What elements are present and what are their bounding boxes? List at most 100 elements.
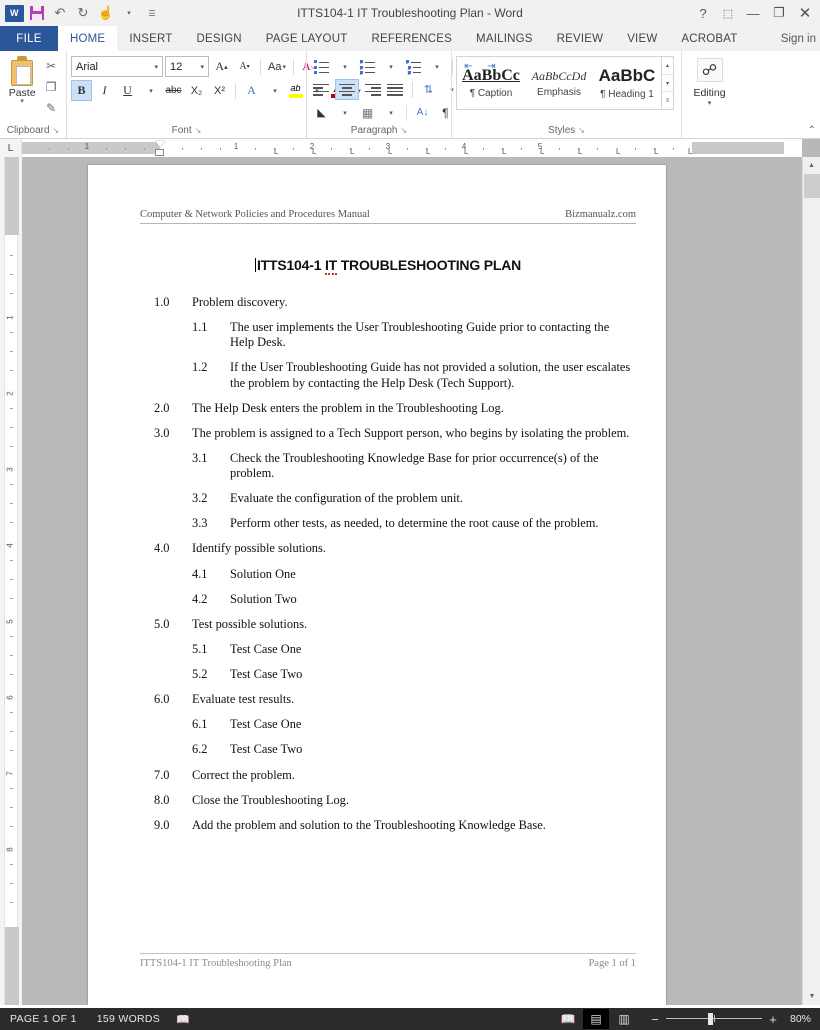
list-item[interactable]: 9.0 Add the problem and solution to the T…: [140, 818, 636, 833]
style-caption[interactable]: AaBbCc ¶ Caption: [457, 57, 525, 109]
underline-chevron-down-icon[interactable]: ▾: [140, 80, 161, 101]
document-page[interactable]: Computer & Network Policies and Procedur…: [88, 165, 666, 1005]
ruler-tab-stop[interactable]: L: [578, 147, 582, 156]
left-indent-marker[interactable]: [155, 149, 164, 156]
change-case-icon[interactable]: Aa ▾: [266, 56, 288, 77]
word-count[interactable]: 159 WORDS: [87, 1013, 170, 1025]
horizontal-ruler-track[interactable]: 1 1 2 3 4 5 L L L L L L L L L L L L: [22, 139, 802, 157]
qat-overflow-icon[interactable]: ☰: [141, 2, 163, 24]
styles-more-icon[interactable]: ≡: [662, 91, 673, 109]
list-item[interactable]: 3.2 Evaluate the configuration of the pro…: [140, 491, 636, 506]
font-size-chevron-down-icon[interactable]: ▾: [196, 63, 208, 71]
styles-dialog-launcher-icon[interactable]: ↘: [578, 126, 585, 135]
list-item[interactable]: 4.1 Solution One: [140, 567, 636, 582]
zoom-slider[interactable]: [666, 1013, 762, 1025]
style-heading-1[interactable]: AaBbC ¶ Heading 1: [593, 57, 661, 109]
styles-scroll-up-icon[interactable]: ▴: [662, 57, 673, 74]
sort-icon[interactable]: A↓: [412, 102, 433, 123]
ruler-tab-stop[interactable]: L: [274, 147, 278, 156]
vertical-ruler[interactable]: 1 2 3 4 5 6 7 8: [0, 157, 22, 1005]
scroll-up-icon[interactable]: ▲: [803, 157, 820, 174]
help-icon[interactable]: ?: [690, 1, 716, 25]
list-item[interactable]: 1.0 Problem discovery.: [140, 295, 636, 310]
editing-button[interactable]: ☍ Editing ▾: [684, 54, 736, 138]
paragraph-dialog-launcher-icon[interactable]: ↘: [401, 126, 408, 135]
vertical-ruler-track[interactable]: 1 2 3 4 5 6 7 8: [4, 157, 19, 1005]
read-mode-button[interactable]: 📖: [555, 1009, 581, 1029]
subscript-button[interactable]: X₂: [186, 80, 207, 101]
underline-button[interactable]: U: [117, 80, 138, 101]
list-item[interactable]: 4.2 Solution Two: [140, 592, 636, 607]
numbering-icon[interactable]: 123: [357, 56, 378, 77]
document-canvas[interactable]: Computer & Network Policies and Procedur…: [22, 157, 802, 1005]
ruler-tab-stop[interactable]: L: [540, 147, 544, 156]
borders-icon[interactable]: ▦: [357, 102, 378, 123]
redo-icon[interactable]: ↻: [72, 2, 94, 24]
style-emphasis[interactable]: AaBbCcDd Emphasis: [525, 57, 593, 109]
zoom-in-button[interactable]: +: [767, 1012, 779, 1027]
font-name-chevron-down-icon[interactable]: ▾: [150, 63, 162, 71]
multilevel-list-icon[interactable]: 1ab: [403, 56, 424, 77]
zoom-level-label[interactable]: 80%: [784, 1013, 812, 1025]
ribbon-display-options-icon[interactable]: ⬚: [716, 1, 740, 25]
strikethrough-button[interactable]: abc: [163, 80, 184, 101]
ruler-tab-stop[interactable]: L: [654, 147, 658, 156]
collapse-ribbon-icon[interactable]: ⌃: [808, 125, 816, 136]
paste-caret-icon[interactable]: ▾: [20, 98, 24, 105]
zoom-slider-thumb[interactable]: [708, 1013, 713, 1025]
cut-icon[interactable]: ✂: [41, 56, 61, 75]
sign-in-link[interactable]: Sign in: [781, 26, 820, 51]
numbering-chevron-down-icon[interactable]: ▾: [380, 56, 401, 77]
ruler-tab-stop[interactable]: L: [688, 147, 692, 156]
list-item[interactable]: 5.2 Test Case Two: [140, 667, 636, 682]
tab-view[interactable]: VIEW: [615, 26, 669, 51]
text-effects-icon[interactable]: A: [241, 80, 262, 101]
list-item[interactable]: 3.0 The problem is assigned to a Tech Sup…: [140, 426, 636, 441]
multilevel-chevron-down-icon[interactable]: ▾: [426, 56, 447, 77]
list-item[interactable]: 8.0 Close the Troubleshooting Log.: [140, 793, 636, 808]
align-right-icon[interactable]: [361, 79, 383, 100]
align-left-icon[interactable]: [311, 79, 333, 100]
tab-review[interactable]: REVIEW: [545, 26, 616, 51]
ruler-tab-stop[interactable]: L: [312, 147, 316, 156]
copy-icon[interactable]: ❐: [41, 77, 61, 96]
tab-page-layout[interactable]: PAGE LAYOUT: [254, 26, 360, 51]
close-button[interactable]: ✕: [792, 1, 818, 25]
list-item[interactable]: 1.2 If the User Troubleshooting Guide has…: [140, 360, 636, 390]
font-name-combo[interactable]: Arial ▾: [71, 56, 163, 77]
horizontal-ruler[interactable]: L 1 1 2 3 4 5 L L L L L L L L L L L L: [0, 139, 802, 157]
scrollbar-thumb[interactable]: [804, 174, 820, 198]
ruler-tab-stop[interactable]: L: [464, 147, 468, 156]
editing-caret-icon[interactable]: ▾: [708, 99, 712, 107]
ruler-tab-stop[interactable]: L: [426, 147, 430, 156]
bullets-chevron-down-icon[interactable]: ▾: [334, 56, 355, 77]
tab-design[interactable]: DESIGN: [184, 26, 253, 51]
print-layout-button[interactable]: ▤: [583, 1009, 609, 1029]
customize-qat-icon[interactable]: ▾: [118, 2, 140, 24]
shading-icon[interactable]: ◣: [311, 102, 332, 123]
proofing-errors-icon[interactable]: 📖: [170, 1013, 196, 1026]
tab-file[interactable]: FILE: [0, 26, 58, 51]
web-layout-button[interactable]: ▥: [611, 1009, 637, 1029]
superscript-button[interactable]: X²: [209, 80, 230, 101]
list-item[interactable]: 3.3 Perform other tests, as needed, to de…: [140, 516, 636, 531]
list-item[interactable]: 7.0 Correct the problem.: [140, 768, 636, 783]
list-item[interactable]: 1.1 The user implements the User Troubles…: [140, 320, 636, 350]
touch-mode-icon[interactable]: ☝: [95, 2, 117, 24]
format-painter-icon[interactable]: ✎: [41, 98, 61, 117]
styles-scroll-down-icon[interactable]: ▾: [662, 73, 673, 92]
shrink-font-icon[interactable]: A ▾: [234, 56, 255, 77]
list-item[interactable]: 4.0 Identify possible solutions.: [140, 541, 636, 556]
list-item[interactable]: 6.0 Evaluate test results.: [140, 692, 636, 707]
maximize-restore-button[interactable]: ❐: [766, 1, 792, 25]
scroll-down-icon[interactable]: ▼: [803, 988, 820, 1005]
page-indicator[interactable]: PAGE 1 OF 1: [0, 1013, 87, 1025]
vertical-scrollbar[interactable]: ▲ ▼: [802, 157, 820, 1005]
list-item[interactable]: 2.0 The Help Desk enters the problem in t…: [140, 401, 636, 416]
text-effects-chevron-down-icon[interactable]: ▾: [264, 80, 285, 101]
save-icon[interactable]: [26, 2, 48, 24]
italic-button[interactable]: I: [94, 80, 115, 101]
justify-icon[interactable]: [385, 79, 407, 100]
undo-icon[interactable]: ↶: [49, 2, 71, 24]
tab-acrobat[interactable]: ACROBAT: [669, 26, 749, 51]
